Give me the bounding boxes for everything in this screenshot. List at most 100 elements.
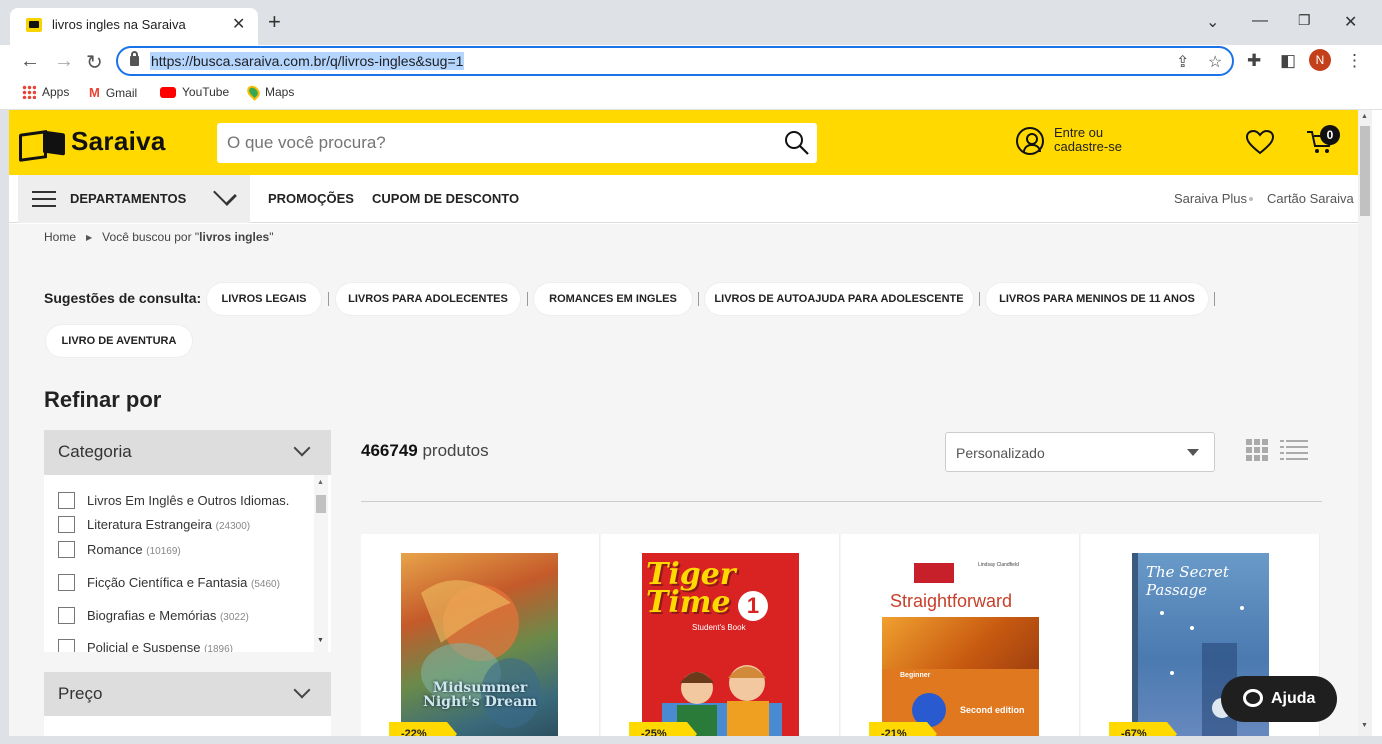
suggestion-chip[interactable]: LIVROS PARA MENINOS DE 11 ANOS [986, 283, 1208, 315]
category-checkbox[interactable] [58, 541, 75, 558]
chevron-down-icon [213, 182, 237, 206]
category-label: Biografias e Memórias [87, 608, 217, 623]
list-view-icon[interactable] [1280, 439, 1308, 461]
window-close-icon[interactable]: ✕ [1344, 12, 1357, 32]
nav-saraiva-plus[interactable]: Saraiva Plus [1174, 191, 1247, 206]
suggestion-chip[interactable]: LIVROS DE AUTOAJUDA PARA ADOLESCENTE [705, 283, 973, 315]
side-panel-icon[interactable]: ◧ [1280, 51, 1296, 71]
suggestion-chip[interactable]: ROMANCES EM INGLES [534, 283, 692, 315]
category-filter-header[interactable]: Categoria [44, 430, 331, 475]
youtube-icon [160, 86, 176, 98]
category-checkbox[interactable] [58, 574, 75, 591]
help-chat-button[interactable]: Ajuda [1221, 676, 1337, 722]
reload-icon[interactable]: ↻ [86, 50, 103, 75]
cover-edition: Second edition [960, 705, 1025, 715]
category-option[interactable]: Literatura Estrangeira (24300) [58, 516, 250, 533]
cover-sticker [914, 563, 954, 583]
address-bar[interactable]: https://busca.saraiva.com.br/q/livros-in… [116, 46, 1234, 76]
search-box [217, 123, 817, 163]
breadcrumb-prefix: Você buscou por " [102, 230, 200, 244]
category-filter-title: Categoria [58, 442, 132, 461]
breadcrumb-home[interactable]: Home [44, 230, 76, 244]
cart-count-badge: 0 [1320, 125, 1340, 145]
new-tab-icon[interactable]: + [268, 11, 281, 33]
bookmarks-bar: Apps M Gmail YouTube Maps [0, 80, 1382, 110]
bookmark-label: YouTube [182, 85, 230, 99]
profile-avatar[interactable]: N [1309, 49, 1331, 71]
price-filter-header[interactable]: Preço [44, 672, 331, 717]
minimize-icon[interactable]: — [1252, 12, 1268, 30]
page-scroll-thumb[interactable] [1360, 126, 1370, 216]
bookmark-youtube[interactable]: YouTube [160, 85, 229, 99]
bookmark-star-icon[interactable]: ☆ [1208, 52, 1222, 72]
restore-icon[interactable]: ❐ [1298, 12, 1311, 29]
bookmark-gmail[interactable]: M Gmail [89, 85, 137, 100]
browser-tab[interactable]: livros ingles na Saraiva ✕ [10, 8, 258, 45]
product-cover-image[interactable]: Tiger Time 1 Student's Book [642, 553, 799, 744]
scroll-down-icon[interactable]: ▼ [317, 637, 324, 644]
bookmark-maps[interactable]: Maps [244, 83, 294, 101]
share-icon[interactable]: ⇪ [1176, 52, 1189, 72]
help-label: Ajuda [1271, 690, 1316, 707]
category-count: (10169) [146, 546, 181, 557]
forward-icon[interactable]: → [54, 50, 74, 73]
category-option[interactable]: Livros Em Inglês e Outros Idiomas. [58, 492, 289, 509]
chat-bubble-icon [1243, 689, 1263, 707]
scroll-thumb[interactable] [316, 495, 326, 513]
saraiva-logo[interactable]: Saraiva [19, 126, 166, 157]
nav-promocoes[interactable]: PROMOÇÕES [268, 191, 354, 206]
category-checkbox[interactable] [58, 639, 75, 652]
grid-view-icon[interactable] [1246, 439, 1268, 461]
nav-cupom[interactable]: CUPOM DE DESCONTO [372, 191, 519, 206]
category-checkbox[interactable] [58, 607, 75, 624]
scroll-up-icon[interactable]: ▲ [317, 479, 324, 486]
category-option[interactable]: Romance (10169) [58, 541, 181, 558]
product-card[interactable]: Tiger Time 1 Student's Book -25% [601, 534, 840, 744]
lock-icon [130, 51, 139, 66]
product-cover-image[interactable]: Lindsay Clandfield Straightforward Begin… [882, 553, 1039, 744]
search-input[interactable] [227, 133, 767, 153]
category-scrollbar[interactable]: ▲ ▼ [314, 475, 328, 652]
product-card[interactable]: Midsummer Night's Dream -22% [361, 534, 600, 744]
scroll-up-icon[interactable]: ▲ [1361, 113, 1368, 120]
sort-select[interactable]: Personalizado [945, 432, 1215, 472]
category-checkbox[interactable] [58, 492, 75, 509]
suggestion-chip[interactable]: LIVROS PARA ADOLECENTES [336, 283, 520, 315]
departments-menu[interactable]: DEPARTAMENTOS [18, 175, 250, 223]
category-option[interactable]: Biografias e Memórias (3022) [58, 607, 249, 624]
product-card[interactable]: Lindsay Clandfield Straightforward Begin… [841, 534, 1080, 744]
search-icon[interactable] [783, 129, 811, 157]
bookmark-apps[interactable]: Apps [22, 85, 69, 99]
scroll-down-icon[interactable]: ▼ [1361, 722, 1368, 729]
category-count: (3022) [219, 612, 249, 623]
category-option[interactable]: Policial e Suspense (1896) [58, 639, 233, 652]
results-number: 466749 [361, 441, 418, 460]
fairy-illustration [421, 580, 541, 728]
tab-close-icon[interactable]: ✕ [232, 14, 245, 34]
page-scrollbar[interactable]: ▲ ▼ [1358, 110, 1372, 744]
nav-separator [1249, 197, 1253, 201]
browser-menu-icon[interactable]: ⋮ [1346, 51, 1363, 71]
back-icon[interactable]: ← [20, 50, 40, 73]
user-icon[interactable] [1016, 127, 1044, 155]
extensions-icon[interactable]: ✚ [1247, 51, 1261, 71]
refine-title: Refinar por [44, 387, 162, 412]
results-divider [361, 501, 1322, 502]
url-text[interactable]: https://busca.saraiva.com.br/q/livros-in… [150, 52, 465, 70]
level-badge: 1 [738, 591, 768, 621]
sort-selected: Personalizado [956, 445, 1045, 461]
category-checkbox[interactable] [58, 516, 75, 533]
category-label: Literatura Estrangeira [87, 517, 213, 532]
category-name: Romance (10169) [87, 542, 181, 557]
heart-icon[interactable] [1245, 129, 1275, 155]
login-link[interactable]: Entre ou cadastre-se [1054, 126, 1122, 154]
suggestion-chip[interactable]: LIVROS LEGAIS [207, 283, 321, 315]
suggestion-chip[interactable]: LIVRO DE AVENTURA [46, 325, 192, 357]
category-option[interactable]: Ficção Científica e Fantasia (5460) [58, 574, 280, 591]
product-cover-image[interactable]: Midsummer Night's Dream [401, 553, 558, 744]
tab-search-chevron-icon[interactable]: ⌄ [1206, 12, 1219, 32]
chip-separator [979, 292, 980, 306]
cover-subtitle: Student's Book [692, 623, 746, 632]
nav-cartao-saraiva[interactable]: Cartão Saraiva [1267, 191, 1354, 206]
caret-down-icon [1187, 449, 1199, 456]
